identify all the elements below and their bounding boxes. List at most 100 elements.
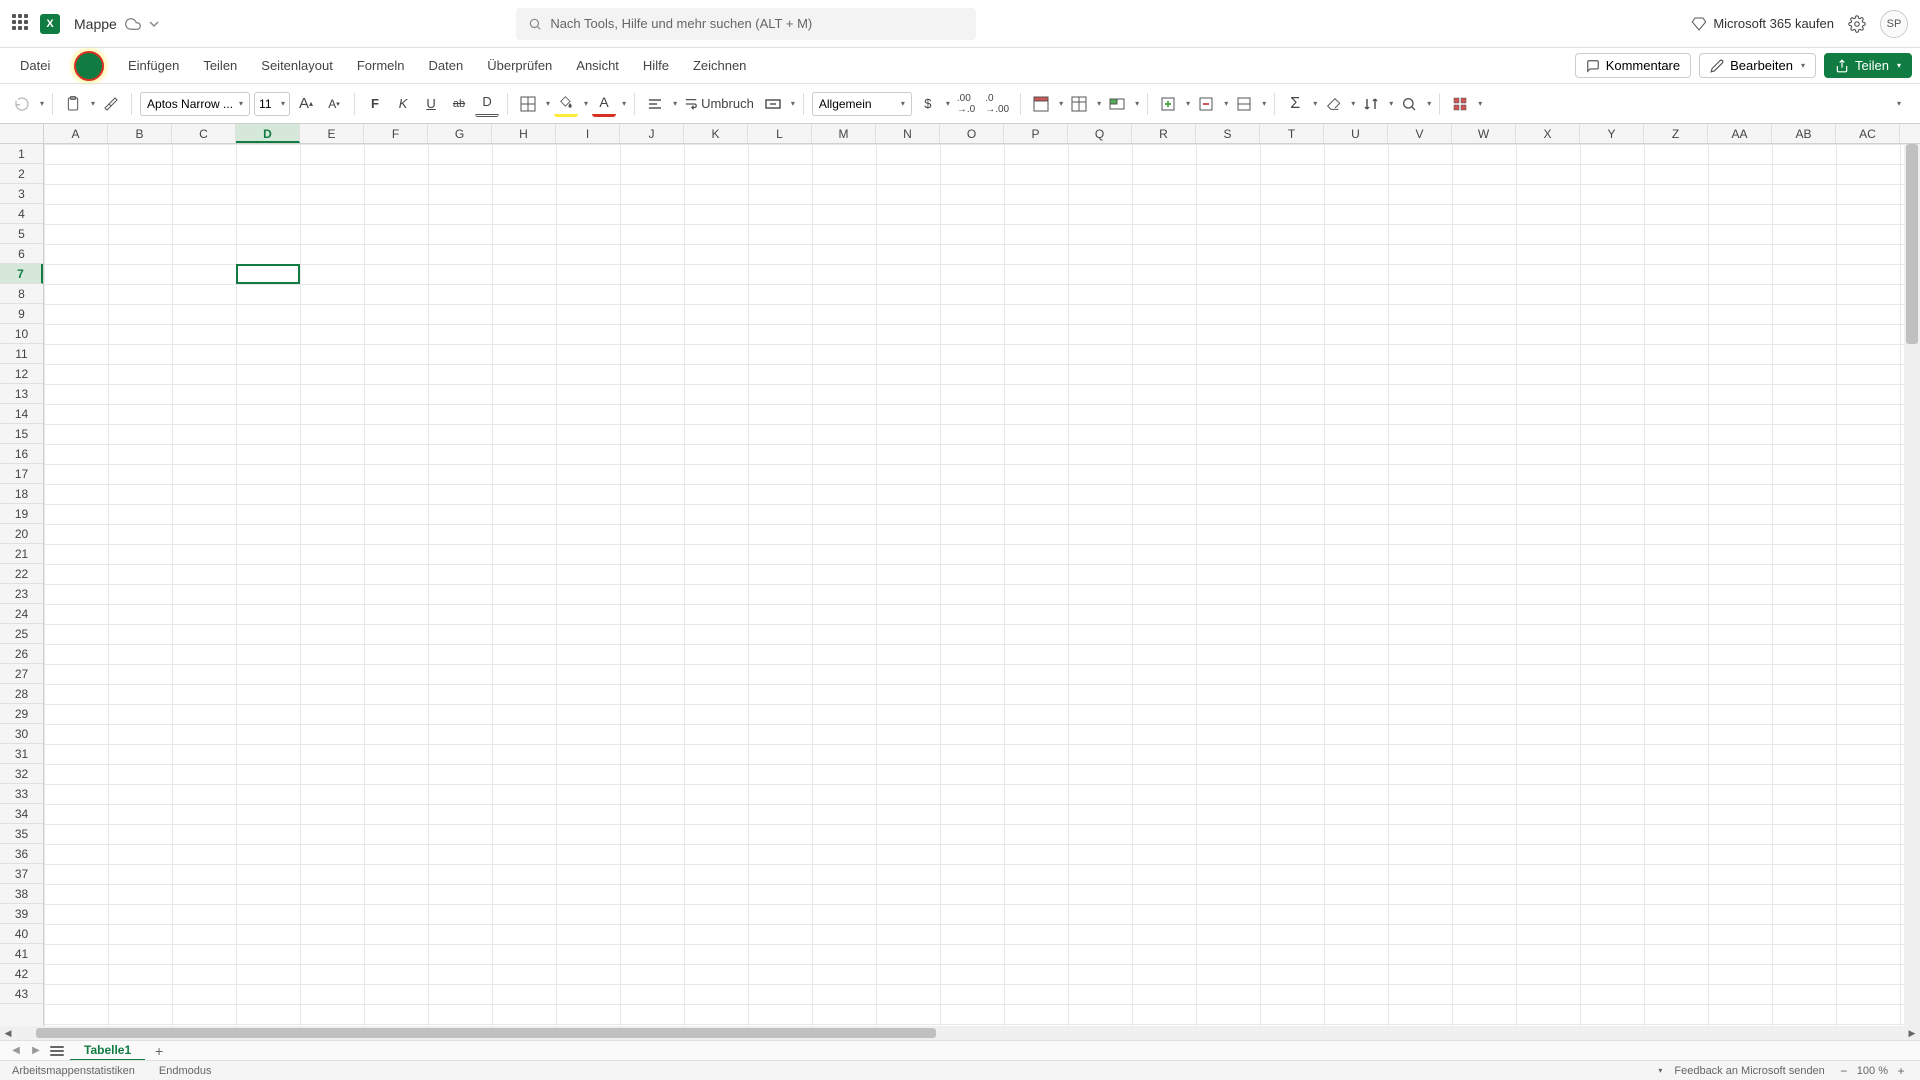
align-button[interactable] — [643, 91, 667, 117]
chevron-down-icon[interactable] — [149, 19, 159, 29]
row-header-12[interactable]: 12 — [0, 364, 43, 384]
chevron-down-icon[interactable]: ▾ — [1427, 99, 1431, 108]
row-header-31[interactable]: 31 — [0, 744, 43, 764]
decrease-decimal-button[interactable]: .0→.00 — [982, 91, 1012, 117]
row-header-29[interactable]: 29 — [0, 704, 43, 724]
column-header-A[interactable]: A — [44, 124, 108, 143]
row-header-30[interactable]: 30 — [0, 724, 43, 744]
row-header-9[interactable]: 9 — [0, 304, 43, 324]
undo-button[interactable] — [10, 91, 34, 117]
tab-datei[interactable]: Datei — [8, 52, 62, 79]
column-header-X[interactable]: X — [1516, 124, 1580, 143]
column-header-E[interactable]: E — [300, 124, 364, 143]
tab-start[interactable]: Start — [62, 52, 116, 79]
row-header-20[interactable]: 20 — [0, 524, 43, 544]
row-header-5[interactable]: 5 — [0, 224, 43, 244]
horizontal-scroll-thumb[interactable] — [36, 1028, 936, 1038]
row-header-2[interactable]: 2 — [0, 164, 43, 184]
row-header-42[interactable]: 42 — [0, 964, 43, 984]
chevron-down-icon[interactable]: ▾ — [1097, 99, 1101, 108]
row-header-32[interactable]: 32 — [0, 764, 43, 784]
column-header-Z[interactable]: Z — [1644, 124, 1708, 143]
chevron-down-icon[interactable]: ▾ — [791, 99, 795, 108]
buy-microsoft-365-link[interactable]: Microsoft 365 kaufen — [1691, 16, 1834, 32]
row-header-7[interactable]: 7 — [0, 264, 43, 284]
insert-cells-button[interactable] — [1156, 91, 1180, 117]
row-header-8[interactable]: 8 — [0, 284, 43, 304]
gear-icon[interactable] — [1848, 15, 1866, 33]
column-header-J[interactable]: J — [620, 124, 684, 143]
column-header-W[interactable]: W — [1452, 124, 1516, 143]
row-header-18[interactable]: 18 — [0, 484, 43, 504]
number-format-select[interactable]: Allgemein▾ — [812, 92, 912, 116]
column-header-D[interactable]: D — [236, 124, 300, 143]
row-header-24[interactable]: 24 — [0, 604, 43, 624]
sheet-list-icon[interactable] — [48, 1042, 66, 1060]
strikethrough-button[interactable]: ab — [447, 91, 471, 117]
kommentare-button[interactable]: Kommentare — [1575, 53, 1691, 78]
user-avatar[interactable]: SP — [1880, 10, 1908, 38]
chevron-down-icon[interactable]: ▾ — [91, 99, 95, 108]
row-header-13[interactable]: 13 — [0, 384, 43, 404]
chevron-down-icon[interactable]: ▾ — [1059, 99, 1063, 108]
row-header-39[interactable]: 39 — [0, 904, 43, 924]
row-header-1[interactable]: 1 — [0, 144, 43, 164]
row-header-34[interactable]: 34 — [0, 804, 43, 824]
column-header-O[interactable]: O — [940, 124, 1004, 143]
borders-button[interactable] — [516, 91, 540, 117]
column-header-AA[interactable]: AA — [1708, 124, 1772, 143]
chevron-down-icon[interactable]: ▾ — [1186, 99, 1190, 108]
row-header-43[interactable]: 43 — [0, 984, 43, 1004]
merge-button[interactable] — [761, 91, 785, 117]
document-name[interactable]: Mappe — [74, 16, 117, 32]
chevron-down-icon[interactable]: ▾ — [1262, 99, 1266, 108]
row-header-21[interactable]: 21 — [0, 544, 43, 564]
row-header-37[interactable]: 37 — [0, 864, 43, 884]
add-sheet-button[interactable]: + — [149, 1041, 169, 1061]
chevron-down-icon[interactable]: ▾ — [584, 99, 588, 108]
sheet-tab-active[interactable]: Tabelle1 — [70, 1041, 145, 1061]
fill-color-button[interactable] — [554, 91, 578, 117]
sheet-prev-icon[interactable]: ◀ — [8, 1043, 24, 1059]
tab-teilen[interactable]: Teilen — [191, 52, 249, 79]
double-underline-button[interactable]: D — [475, 91, 499, 117]
increase-font-button[interactable]: A▴ — [294, 91, 318, 117]
chevron-down-icon[interactable]: ▾ — [1658, 1066, 1662, 1075]
column-header-Y[interactable]: Y — [1580, 124, 1644, 143]
row-header-41[interactable]: 41 — [0, 944, 43, 964]
increase-decimal-button[interactable]: .00→.0 — [954, 91, 978, 117]
tab-ansicht[interactable]: Ansicht — [564, 52, 631, 79]
decrease-font-button[interactable]: A▾ — [322, 91, 346, 117]
column-header-AB[interactable]: AB — [1772, 124, 1836, 143]
chevron-down-icon[interactable]: ▾ — [622, 99, 626, 108]
chevron-down-icon[interactable]: ▾ — [673, 99, 677, 108]
format-table-button[interactable] — [1067, 91, 1091, 117]
find-button[interactable] — [1397, 91, 1421, 117]
column-header-Q[interactable]: Q — [1068, 124, 1132, 143]
scroll-right-icon[interactable]: ▶ — [1904, 1026, 1920, 1040]
row-header-10[interactable]: 10 — [0, 324, 43, 344]
column-header-R[interactable]: R — [1132, 124, 1196, 143]
vertical-scroll-thumb[interactable] — [1906, 144, 1918, 344]
row-header-19[interactable]: 19 — [0, 504, 43, 524]
zoom-level[interactable]: 100 % — [1857, 1065, 1888, 1077]
cell-styles-button[interactable] — [1105, 91, 1129, 117]
hscroll-track[interactable] — [16, 1028, 1904, 1038]
app-launcher-icon[interactable] — [12, 14, 32, 34]
active-cell[interactable] — [236, 264, 300, 284]
column-header-N[interactable]: N — [876, 124, 940, 143]
conditional-format-button[interactable] — [1029, 91, 1053, 117]
row-header-28[interactable]: 28 — [0, 684, 43, 704]
chevron-down-icon[interactable]: ▾ — [546, 99, 550, 108]
column-header-U[interactable]: U — [1324, 124, 1388, 143]
column-header-P[interactable]: P — [1004, 124, 1068, 143]
addins-button[interactable] — [1448, 91, 1472, 117]
row-header-25[interactable]: 25 — [0, 624, 43, 644]
select-all-corner[interactable] — [0, 124, 44, 143]
delete-cells-button[interactable] — [1194, 91, 1218, 117]
horizontal-scrollbar[interactable]: ◀ ▶ — [0, 1026, 1920, 1040]
zoom-out-button[interactable]: − — [1837, 1064, 1851, 1078]
row-header-35[interactable]: 35 — [0, 824, 43, 844]
currency-button[interactable]: $ — [916, 91, 940, 117]
column-header-T[interactable]: T — [1260, 124, 1324, 143]
